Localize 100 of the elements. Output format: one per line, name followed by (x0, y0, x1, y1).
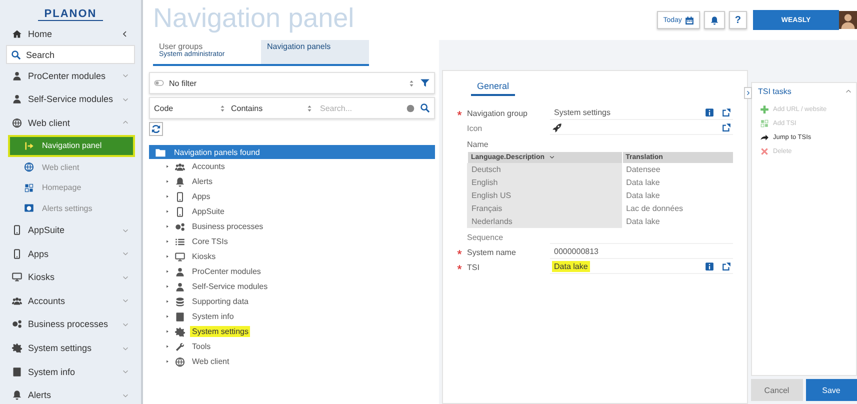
field-input[interactable]: Data lake (550, 260, 733, 274)
plus-icon (760, 104, 769, 114)
toggle-icon (154, 78, 164, 88)
save-button[interactable]: Save (806, 379, 857, 401)
filter-dropdown[interactable]: No filter (149, 72, 435, 94)
tree-node[interactable]: System info (190, 311, 236, 322)
operator-select[interactable]: Contains (231, 104, 301, 112)
chevron-left-icon (121, 30, 129, 38)
chevron-down-icon (122, 392, 129, 399)
field-label: Icon (467, 124, 484, 132)
field-label: Name (467, 140, 490, 149)
arrow-icon (760, 132, 769, 142)
menu-item[interactable]: ProCenter modules (0, 64, 141, 88)
menu-item[interactable]: System info (0, 360, 141, 384)
phone-icon (175, 206, 185, 216)
table-cell: Datensee (622, 163, 733, 176)
caret-icon (165, 269, 170, 274)
chevron-down-icon (122, 320, 129, 328)
field-label: Navigation group (467, 108, 528, 118)
tree-node[interactable]: System settings (190, 326, 250, 337)
table-cell: Français (468, 202, 622, 215)
person-icon (175, 282, 185, 292)
tree-node[interactable]: Apps (190, 191, 212, 202)
table-cell: Nederlands (468, 215, 622, 228)
menu-item[interactable]: Apps (0, 242, 141, 266)
tree-node[interactable]: Tools (190, 341, 213, 352)
collapse-button[interactable] (744, 87, 752, 99)
table-cell: English US (468, 189, 622, 202)
notifications-button[interactable] (704, 11, 725, 29)
chevron-down-icon (122, 96, 129, 103)
field-select[interactable]: Code (154, 104, 214, 112)
refresh-icon (151, 124, 161, 134)
clear-icon (406, 104, 415, 112)
help-button[interactable]: ? (728, 11, 747, 29)
field-label: System name (467, 248, 517, 256)
tree-node[interactable]: Self-Service modules (190, 281, 270, 292)
menu-item[interactable]: Alerts (0, 383, 141, 404)
tree-root[interactable]: Navigation panels found (149, 145, 435, 159)
chevron-up-icon (122, 119, 129, 126)
chevron-down-icon (122, 297, 129, 304)
globe-icon (24, 162, 34, 172)
avatar-icon (839, 11, 857, 29)
bell-icon (710, 16, 719, 24)
gear-icon (12, 343, 22, 354)
chevron-down-icon (122, 274, 129, 281)
people-icon (175, 162, 185, 172)
monitor-icon (12, 272, 22, 282)
home-link[interactable]: Home (0, 25, 141, 43)
enter-icon (24, 140, 34, 151)
tree-node[interactable]: ProCenter modules (190, 266, 263, 277)
required-icon (457, 111, 462, 116)
menu-item[interactable]: Kiosks (0, 265, 141, 290)
sort-icon (219, 104, 226, 112)
search-icon (420, 103, 430, 113)
general-tab[interactable]: General (471, 81, 516, 96)
tree-node[interactable]: Accounts (190, 161, 227, 172)
chevron-down-icon (122, 72, 129, 80)
tree-node[interactable]: Core TSIs (190, 236, 230, 247)
tree-node[interactable]: Web client (190, 356, 232, 367)
field-input[interactable]: System settings (550, 106, 733, 120)
tree-node[interactable]: AppSuite (190, 206, 226, 217)
field-input[interactable]: 0000000813 (550, 245, 733, 259)
globe-icon (12, 118, 22, 128)
tab[interactable]: Navigation panels (261, 40, 369, 66)
cancel-button[interactable]: Cancel (751, 379, 802, 401)
bell-icon (175, 176, 185, 186)
menu-item[interactable]: AppSuite (0, 218, 141, 242)
search-field[interactable]: Search (6, 45, 135, 64)
tree-node[interactable]: Alerts (190, 176, 214, 187)
table-cell: Lac de données (622, 202, 733, 215)
required-icon (457, 250, 462, 255)
caret-icon (165, 284, 170, 289)
monitor-icon (175, 252, 185, 262)
menu-item[interactable]: Self-Service modules (0, 88, 141, 112)
caret-icon (165, 344, 170, 349)
rocket-icon (552, 122, 562, 132)
menu-item[interactable]: Accounts (0, 289, 141, 313)
chevron-down-icon (122, 226, 129, 234)
menu-item[interactable]: Business processes (0, 312, 141, 336)
bell-icon (12, 390, 22, 400)
submenu-item[interactable]: Navigation panel (8, 134, 135, 157)
chevron-down-icon (122, 250, 129, 258)
tree-node[interactable]: Business processes (190, 221, 266, 232)
tree-node[interactable]: Supporting data (190, 296, 250, 307)
grid-icon (24, 182, 34, 193)
menu-item[interactable]: Web client (0, 111, 141, 135)
refresh-button[interactable] (149, 122, 163, 136)
caret-icon (165, 194, 170, 199)
table-cell: Data lake (622, 189, 733, 202)
logo: PLANON (38, 8, 103, 21)
tree-node[interactable]: Kiosks (190, 251, 218, 262)
open-window-icon (722, 108, 731, 117)
table-cell: Deutsch (468, 163, 622, 176)
caret-icon (165, 209, 170, 214)
chevron-up-icon (845, 88, 852, 95)
table-cell: Data lake (622, 215, 733, 228)
folder-icon (155, 146, 166, 158)
person-icon (175, 266, 185, 276)
menu-item[interactable]: System settings (0, 336, 141, 360)
chevron-down-icon (122, 344, 129, 352)
